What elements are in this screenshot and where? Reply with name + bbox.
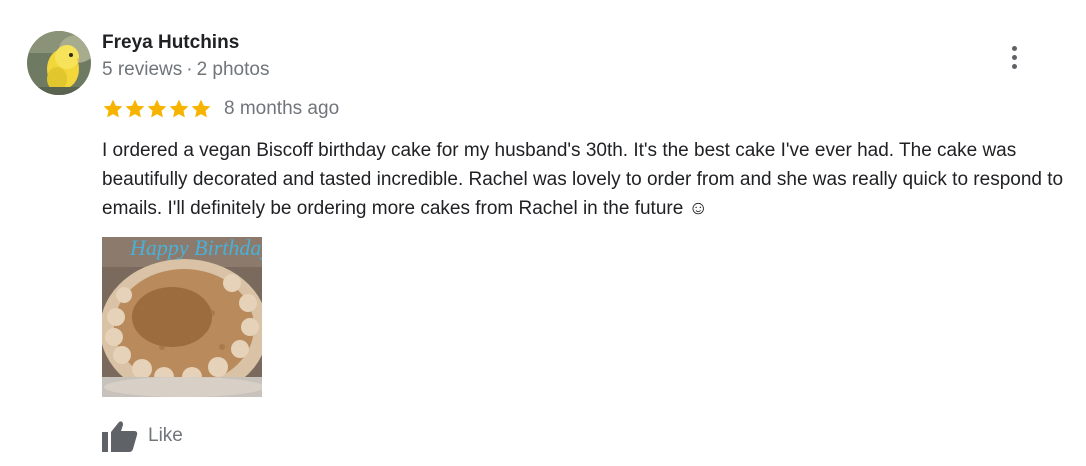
review-text: I ordered a vegan Biscoff birthday cake …: [102, 140, 1064, 219]
like-button[interactable]: Like: [102, 418, 183, 454]
star-icon: [169, 99, 189, 118]
author-meta: 5 reviews · 2 photos: [102, 58, 269, 82]
more-vert-icon: [1011, 54, 1017, 60]
thumb-up-icon: [102, 421, 138, 452]
rating-row: 8 months ago: [102, 96, 339, 122]
review-photo[interactable]: Happy Birthday: [102, 237, 262, 397]
review-date: 8 months ago: [224, 98, 340, 119]
like-label: Like: [148, 425, 183, 446]
cake-topper-text: Happy Birthday: [129, 237, 262, 260]
budgie-avatar-icon: [27, 31, 91, 95]
more-options-button[interactable]: [1000, 40, 1028, 74]
author-name[interactable]: Freya Hutchins: [102, 31, 239, 55]
star-icon: [103, 99, 123, 118]
author-reviews-count: 5 reviews: [102, 59, 183, 80]
more-vert-icon: [1011, 63, 1017, 69]
review-card: Freya Hutchins 5 reviews · 2 photos 8 mont…: [0, 0, 1086, 466]
author-avatar[interactable]: [27, 31, 91, 95]
author-photos-count: 2 photos: [196, 59, 270, 80]
cake-photo-icon: Happy Birthday: [102, 237, 262, 397]
star-icon: [147, 99, 167, 118]
star-rating: [102, 98, 212, 120]
star-icon: [125, 99, 145, 118]
star-icon: [191, 99, 211, 118]
meta-separator: ·: [186, 59, 193, 80]
more-vert-icon: [1011, 45, 1017, 51]
